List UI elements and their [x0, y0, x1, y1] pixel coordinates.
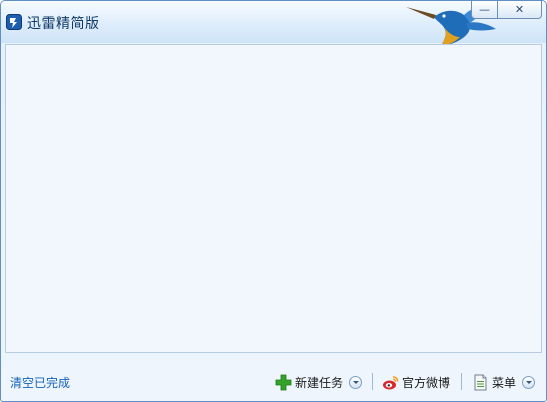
minimize-button[interactable]: —	[471, 1, 498, 19]
menu-label: 菜单	[492, 375, 517, 390]
weibo-icon	[383, 375, 399, 389]
document-icon	[474, 374, 487, 390]
thunder-logo-icon	[6, 14, 22, 30]
new-task-label: 新建任务	[295, 375, 344, 390]
chevron-down-icon[interactable]	[522, 375, 536, 389]
weibo-label: 官方微博	[402, 375, 451, 390]
clear-completed-link[interactable]: 清空已完成	[10, 374, 70, 391]
chevron-down-icon[interactable]	[349, 375, 363, 389]
plus-icon	[275, 374, 292, 390]
separator	[372, 373, 373, 390]
separator	[461, 373, 462, 390]
status-bar: 清空已完成 新建任务 官方微博 菜单	[1, 361, 546, 401]
task-list-area[interactable]	[5, 44, 542, 353]
menu-button[interactable]: 菜单	[472, 372, 536, 392]
window-title: 迅雷精简版	[27, 16, 100, 32]
weibo-button[interactable]: 官方微博	[382, 372, 450, 392]
app-window: 迅雷精简版 — ✕ 清空已完成 新建任务 官方微博 菜单	[0, 0, 547, 402]
close-button[interactable]: ✕	[497, 1, 542, 19]
title-bar[interactable]: 迅雷精简版 — ✕	[1, 1, 546, 48]
new-task-button[interactable]: 新建任务	[275, 372, 363, 392]
